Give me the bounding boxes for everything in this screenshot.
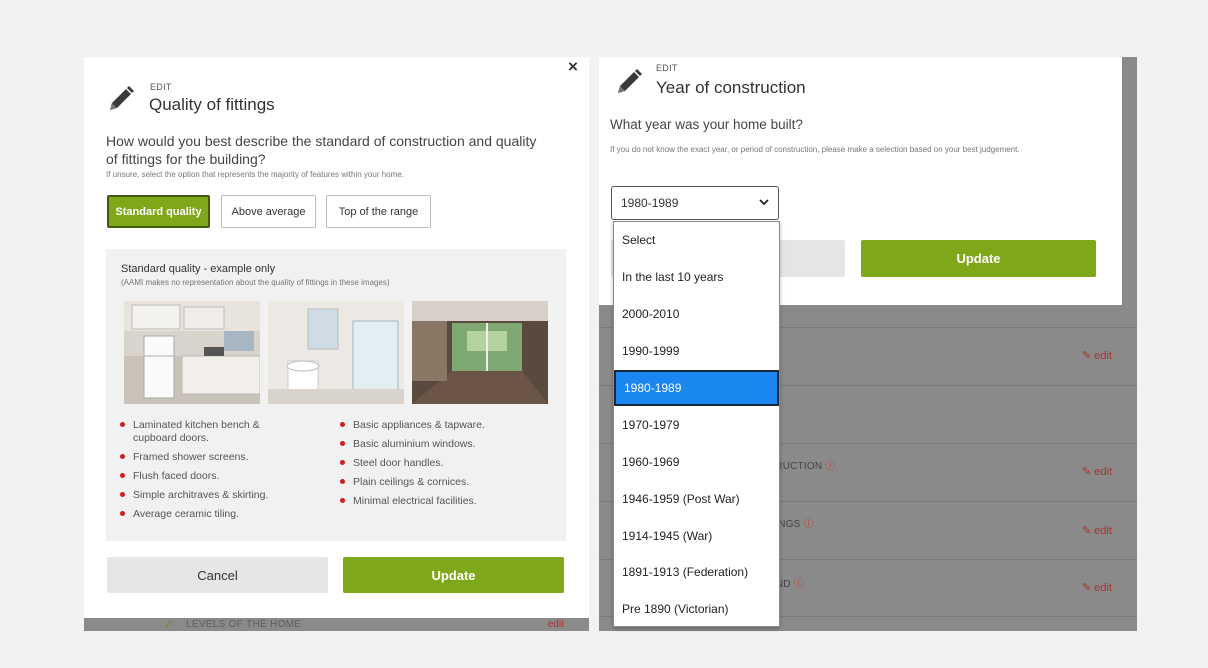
background-edit-link[interactable]: ✎ edit — [1082, 524, 1112, 537]
dropdown-option[interactable]: In the last 10 years — [614, 259, 779, 296]
select-value: 1980-1989 — [621, 196, 679, 210]
example-title: Standard quality - example only — [121, 263, 276, 275]
dropdown-option[interactable]: 1970-1979 — [614, 406, 779, 443]
list-item: Average ceramic tiling. — [118, 508, 298, 521]
dropdown-option[interactable]: 1960-1969 — [614, 443, 779, 480]
list-item: Basic aluminium windows. — [338, 438, 538, 450]
dropdown-option[interactable]: 1891-1913 (Federation) — [614, 554, 779, 591]
features-list-right: Basic appliances & tapware. Basic alumin… — [338, 419, 538, 514]
year-dropdown-list: Select In the last 10 years 2000-2010 19… — [613, 221, 780, 627]
modal-title: Year of construction — [656, 78, 806, 97]
background-edit-link[interactable]: ✎ edit — [1082, 581, 1112, 594]
hint-text: If you do not know the exact year, or pe… — [610, 145, 1020, 154]
background-edit-link[interactable]: edit — [548, 619, 564, 630]
dropdown-option[interactable]: 1946-1959 (Post War) — [614, 480, 779, 517]
list-item: Framed shower screens. — [118, 451, 298, 464]
option-above-average[interactable]: Above average — [221, 195, 316, 228]
quality-panel: ✓ LEVELS OF THE HOME edit EDIT Quality o… — [84, 57, 589, 631]
quality-of-fittings-modal: EDIT Quality of fittings How would you b… — [84, 57, 589, 618]
option-standard-quality[interactable]: Standard quality — [107, 195, 210, 228]
chevron-down-icon — [759, 199, 769, 206]
bathroom-photo — [268, 301, 404, 404]
dropdown-option-selected[interactable]: 1980-1989 — [614, 369, 779, 407]
features-list-left: Laminated kitchen bench & cupboard doors… — [118, 419, 298, 527]
example-note: (AAMI makes no representation about the … — [121, 278, 390, 287]
update-button[interactable]: Update — [343, 557, 564, 593]
dropdown-option[interactable]: Pre 1890 (Victorian) — [614, 591, 779, 628]
edit-label: EDIT — [656, 63, 678, 73]
living-room-photo — [412, 301, 548, 404]
list-item: Basic appliances & tapware. — [338, 419, 538, 431]
hint-text: If unsure, select the option that repres… — [106, 170, 404, 179]
edit-label: EDIT — [150, 82, 172, 92]
background-row-label: LEVELS OF THE HOME — [186, 619, 302, 630]
kitchen-photo — [124, 301, 260, 404]
list-item: Laminated kitchen bench & cupboard doors… — [118, 419, 298, 445]
year-select[interactable]: 1980-1989 — [611, 186, 779, 220]
check-icon: ✓ — [164, 619, 174, 631]
list-item: Plain ceilings & cornices. — [338, 476, 538, 488]
background-edit-link[interactable]: ✎ edit — [1082, 465, 1112, 478]
pencil-icon — [618, 69, 642, 93]
list-item: Flush faced doors. — [118, 470, 298, 483]
example-box: Standard quality - example only (AAMI ma… — [106, 249, 566, 541]
info-icon: ⓘ — [803, 519, 814, 530]
dropdown-option[interactable]: 2000-2010 — [614, 296, 779, 333]
close-icon[interactable]: × — [568, 57, 578, 77]
cancel-button[interactable]: Cancel — [107, 557, 328, 593]
pencil-icon — [110, 86, 134, 110]
question-text: What year was your home built? — [610, 117, 803, 132]
option-top-of-the-range[interactable]: Top of the range — [326, 195, 431, 228]
dropdown-option[interactable]: 1990-1999 — [614, 333, 779, 370]
list-item: Simple architraves & skirting. — [118, 489, 298, 502]
update-button[interactable]: Update — [861, 240, 1096, 277]
background-edit-link[interactable]: ✎ edit — [1082, 349, 1112, 362]
modal-title: Quality of fittings — [149, 95, 275, 114]
question-text: How would you best describe the standard… — [106, 133, 537, 167]
list-item: Steel door handles. — [338, 457, 538, 469]
info-icon: ⓘ — [793, 579, 804, 590]
list-item: Minimal electrical facilities. — [338, 495, 538, 507]
info-icon: ⓘ — [825, 461, 836, 472]
dropdown-option[interactable]: 1914-1945 (War) — [614, 517, 779, 554]
dropdown-option[interactable]: Select — [614, 222, 779, 259]
background-row-levels: ✓ LEVELS OF THE HOME edit — [124, 617, 584, 631]
